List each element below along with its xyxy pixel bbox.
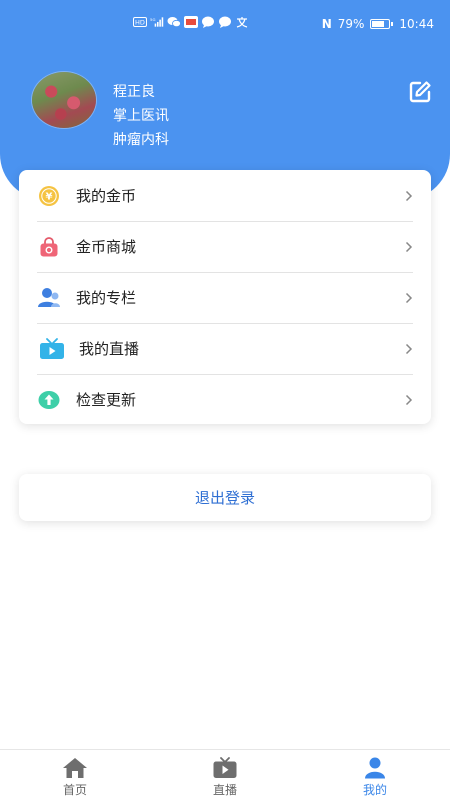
menu-item-check-update[interactable]: 检查更新 (19, 374, 431, 425)
app-badge-icon (184, 16, 198, 28)
menu-label: 我的专栏 (76, 289, 137, 307)
svg-text:¥: ¥ (46, 191, 53, 202)
menu-card: ¥ 我的金币 金币商城 我的专栏 我的直播 检查更新 (19, 170, 431, 424)
user-organization: 掌上医讯 (113, 108, 169, 124)
chevron-right-icon (405, 292, 413, 303)
tab-mine[interactable]: 我的 (300, 750, 450, 801)
chevron-right-icon (405, 394, 413, 405)
clock: 10:44 (399, 17, 434, 31)
user-department: 肿瘤内科 (113, 132, 169, 148)
menu-item-my-coins[interactable]: ¥ 我的金币 (19, 170, 431, 221)
message-icon (201, 16, 215, 28)
shopping-bag-icon (37, 235, 61, 259)
gold-coin-icon: ¥ (37, 184, 61, 208)
tab-label: 直播 (212, 783, 237, 797)
person-icon (365, 757, 385, 779)
menu-item-my-live[interactable]: 我的直播 (19, 323, 431, 374)
signal-4g-icon: 5G (150, 16, 164, 28)
chevron-right-icon (405, 190, 413, 201)
status-bar: HD 5G N 79% 10:44 (0, 14, 450, 38)
status-right: N 79% 10:44 (322, 17, 434, 31)
tab-label: 首页 (62, 783, 87, 797)
battery-percent: 79% (337, 17, 365, 31)
edit-profile-button[interactable] (408, 80, 432, 104)
battery-icon (370, 19, 394, 29)
tv-live-icon (39, 337, 65, 361)
edit-icon (409, 81, 431, 103)
tab-label: 我的 (362, 783, 387, 797)
menu-label: 检查更新 (76, 391, 137, 409)
bottom-tab-bar: 首页 直播 我的 (0, 749, 450, 801)
message-icon (218, 16, 232, 28)
menu-item-coin-mall[interactable]: 金币商城 (19, 221, 431, 272)
user-column-icon (37, 286, 61, 310)
logout-label: 退出登录 (194, 489, 255, 507)
menu-item-my-column[interactable]: 我的专栏 (19, 272, 431, 323)
user-info: 程正良 掌上医讯 肿瘤内科 (113, 80, 169, 152)
menu-label: 我的金币 (76, 187, 137, 205)
nfc-indicator: N (321, 17, 332, 31)
wechat-icon (167, 16, 181, 28)
update-arrow-icon (37, 388, 61, 412)
tab-home[interactable]: 首页 (0, 750, 150, 801)
tab-live[interactable]: 直播 (150, 750, 300, 801)
home-icon (63, 758, 87, 778)
menu-label: 我的直播 (79, 340, 140, 358)
hd-icon: HD (133, 16, 147, 28)
svg-text:HD: HD (135, 19, 145, 27)
translate-icon (235, 16, 249, 28)
logout-button[interactable]: 退出登录 (19, 474, 431, 521)
chevron-right-icon (405, 343, 413, 354)
avatar[interactable] (32, 72, 96, 128)
chevron-right-icon (405, 241, 413, 252)
menu-label: 金币商城 (76, 238, 137, 256)
status-left-icons: HD 5G (133, 16, 249, 28)
svg-text:5G: 5G (150, 17, 155, 22)
tv-play-icon (213, 757, 237, 778)
user-name: 程正良 (113, 84, 155, 100)
